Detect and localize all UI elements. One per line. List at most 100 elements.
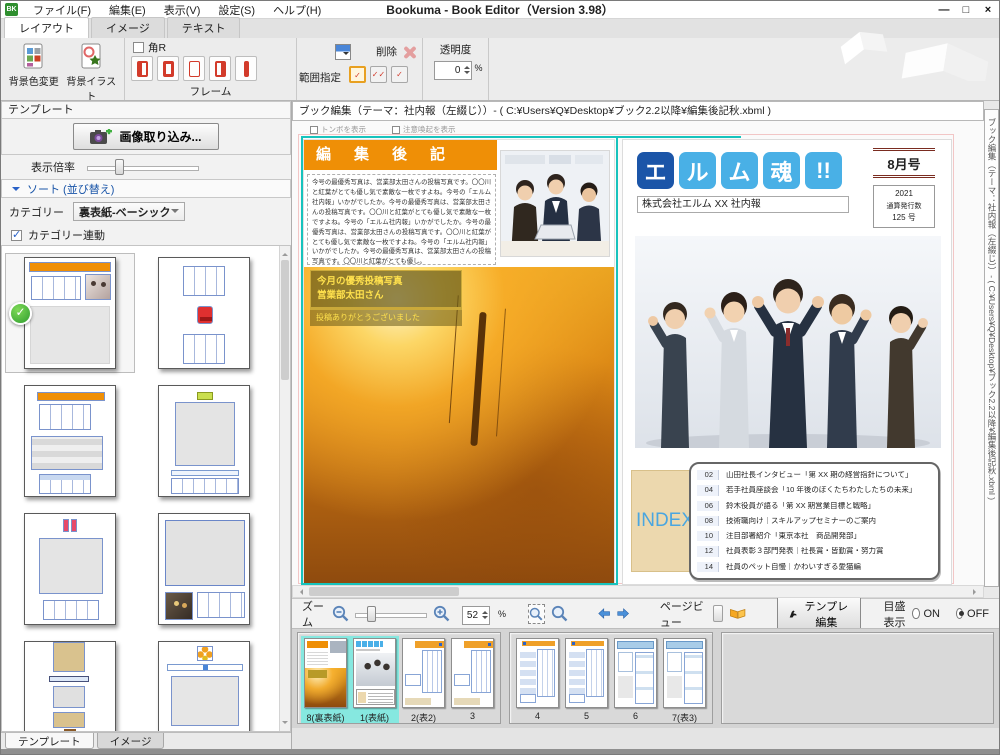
page-thumbnail-label: 3 — [450, 711, 495, 722]
ruler-on-radio[interactable] — [912, 608, 919, 619]
canvas-option-checkbox[interactable] — [392, 126, 400, 134]
maximize-button[interactable]: □ — [955, 4, 977, 16]
page-thumbnail-label: 6 — [613, 711, 658, 722]
index-title: 若手社員座談会「10 年後のぼくたちわたしたちの未来」 — [726, 486, 916, 494]
ribbon-tab[interactable]: レイアウト — [4, 17, 89, 38]
zoom-unit: % — [498, 609, 506, 619]
range-mode-3-toggle[interactable]: ✓ — [391, 66, 408, 83]
page-thumbnail[interactable]: 8(裏表紙) — [301, 636, 350, 723]
template-thumbnail[interactable] — [6, 382, 134, 500]
canvas-option-checkbox[interactable] — [310, 126, 318, 134]
template-thumbnail[interactable] — [6, 638, 134, 732]
import-image-label: 画像取り込み... — [119, 128, 201, 145]
template-thumbnail[interactable] — [6, 254, 134, 372]
window-bottom-edge — [1, 749, 999, 754]
frame-style-3-button[interactable] — [183, 56, 205, 81]
cover-team-photo[interactable] — [635, 236, 941, 448]
index-row: 08 技術職向け｜スキルアップセミナーのご案内 — [697, 516, 930, 526]
index-page-number: 14 — [697, 562, 719, 572]
page-thumbnail[interactable]: 7(表3) — [660, 636, 709, 723]
index-page-number: 12 — [697, 546, 719, 556]
corner-r-checkbox[interactable] — [133, 42, 144, 53]
frame-style-1-button[interactable] — [131, 56, 153, 81]
right-page-cover[interactable]: エルム魂!! 株式会社エルム XX 社内報 8月号 2021 通算発行数 125… — [622, 139, 952, 585]
page-thumbnail-label: 5 — [564, 711, 609, 722]
cover-subtitle[interactable]: 株式会社エルム XX 社内報 — [637, 196, 849, 213]
sidebar-bottom-tab[interactable]: テンプレート — [5, 733, 94, 749]
zoom-in-icon[interactable] — [433, 605, 450, 622]
opacity-spinner[interactable]: 0 — [434, 61, 472, 80]
document-side-tab[interactable]: ブック編集（テーマ：社内報（左綴じ））- ( C:¥Users¥Q¥Deskto… — [984, 109, 999, 587]
template-thumbnail[interactable] — [140, 382, 268, 500]
template-thumbnail[interactable] — [6, 510, 134, 628]
ruler-on-label: ON — [924, 608, 941, 620]
template-list-scrollbar[interactable] — [279, 246, 290, 731]
scale-slider[interactable] — [87, 159, 199, 175]
menu-item[interactable]: 設定(S) — [209, 1, 264, 19]
page-thumbnail-label: 7(表3) — [662, 711, 707, 722]
zoom-fit-icon[interactable] — [551, 605, 568, 622]
cover-title[interactable]: エルム魂!! — [637, 152, 842, 189]
fill-color-swatch[interactable] — [335, 44, 351, 60]
next-page-icon[interactable] — [617, 606, 629, 621]
ribbon-tab[interactable]: テキスト — [167, 17, 241, 38]
index-page-number: 08 — [697, 516, 719, 526]
page-thumbnail[interactable]: 3 — [448, 636, 497, 723]
single-page-view-icon[interactable] — [713, 605, 722, 622]
issue-box[interactable]: 8月号 2021 通算発行数 125 号 — [873, 148, 935, 228]
template-thumbnail[interactable] — [140, 510, 268, 628]
index-row: 14社員のペット自慢｜かわいすぎる愛猫編 — [697, 562, 930, 572]
page-thumbnail-label: 4 — [515, 711, 560, 722]
zoom-region-button[interactable] — [528, 604, 544, 624]
delete-icon[interactable] — [402, 45, 416, 59]
category-value: 裏表紙-ベーシック — [79, 204, 170, 220]
edit-tool-icon — [789, 608, 797, 620]
background-color-button[interactable]: 背景色変更 — [6, 42, 62, 100]
ribbon-tab[interactable]: イメージ — [91, 17, 165, 38]
template-sidebar: テンプレート 画像取り込み... 表示倍率 ソート (並び替え) カテゴリー 裏… — [1, 101, 292, 749]
menu-item[interactable]: ファイル(F) — [24, 1, 100, 19]
canvas-horizontal-scrollbar[interactable] — [292, 585, 984, 598]
frame-style-2-button[interactable] — [157, 56, 179, 81]
index-title: 技術職向け｜スキルアップセミナーのご案内 — [726, 517, 876, 525]
import-image-button[interactable]: 画像取り込み... — [73, 123, 218, 150]
book-canvas[interactable]: トンボを表示注意喚起を表示 編 集 後 記 今号の最優秀写真は、営業部太田さんの… — [292, 121, 986, 585]
sidebar-bottom-tab[interactable]: イメージ — [97, 733, 165, 749]
index-list[interactable]: 02山田社長インタビュー「第 XX 期の経営指針について」04若手社員座談会「1… — [689, 462, 940, 580]
page-thumbnail[interactable]: 4 — [513, 636, 562, 723]
menu-item[interactable]: 編集(E) — [100, 1, 155, 19]
template-thumbnail[interactable] — [140, 638, 268, 732]
cover-title-tile: エ — [637, 152, 674, 189]
spread-view-icon[interactable] — [729, 605, 746, 622]
page-thumbnail[interactable]: 2(表2) — [399, 636, 448, 723]
index-row: 06鈴木役員が語る「第 XX 期営業目標と戦略」 — [697, 501, 930, 511]
ruler-label: 目盛表示 — [884, 598, 909, 630]
minimize-button[interactable]: — — [933, 4, 955, 16]
zoom-out-icon[interactable] — [332, 605, 349, 622]
frame-style-4-button[interactable] — [209, 56, 231, 81]
category-select[interactable]: 裏表紙-ベーシック — [73, 202, 185, 221]
range-mode-1-toggle[interactable]: ✓ — [349, 66, 366, 83]
zoom-value-spinner[interactable]: 52 — [462, 606, 490, 625]
background-illust-button[interactable]: 背景イラスト — [63, 42, 119, 100]
background-illust-icon — [78, 43, 104, 71]
sort-section-header[interactable]: ソート (並び替え) — [1, 179, 291, 198]
page-thumbnail[interactable]: 1(表紙) — [350, 636, 399, 723]
previous-page-icon[interactable] — [598, 606, 610, 621]
bookuma-window: BK ファイル(F)編集(E)表示(V)設定(S)ヘルプ(H) Bookuma … — [0, 0, 1000, 755]
page-filmstrip: 8(裏表紙)1(表紙)2(表2)3 456 7(表3) — [292, 628, 999, 728]
zoom-slider[interactable] — [355, 606, 427, 622]
close-button[interactable]: × — [977, 4, 999, 16]
page-thumbnail[interactable]: 6 — [611, 636, 660, 723]
page-thumbnail[interactable]: 5 — [562, 636, 611, 723]
chevron-down-icon — [171, 209, 179, 217]
index-page-number: 06 — [697, 501, 719, 511]
menu-item[interactable]: ヘルプ(H) — [264, 1, 330, 19]
range-mode-2-toggle[interactable]: ✓✓ — [370, 66, 387, 83]
frame-style-5-button[interactable] — [235, 56, 257, 81]
template-thumbnail[interactable] — [140, 254, 268, 372]
menubar: ファイル(F)編集(E)表示(V)設定(S)ヘルプ(H) — [24, 1, 330, 19]
menu-item[interactable]: 表示(V) — [155, 1, 210, 19]
category-link-checkbox[interactable] — [11, 230, 22, 241]
ruler-off-radio[interactable] — [956, 608, 963, 619]
